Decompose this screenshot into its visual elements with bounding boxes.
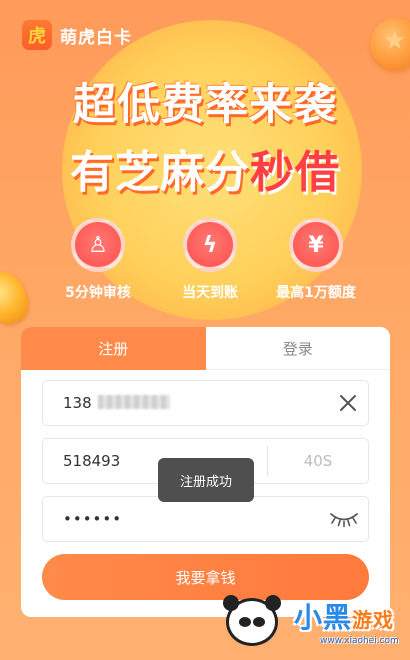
feature-same-day: ϟ 当天到账 (150, 218, 270, 302)
feature-review-time: ♙ 5分钟审核 (38, 218, 158, 302)
close-icon[interactable] (328, 383, 368, 423)
yuan-icon: ¥ (289, 218, 343, 272)
tiger-logo-icon: 虎 (22, 20, 52, 50)
watermark: 小黑游戏 www.xiaohei.com (210, 590, 410, 660)
phone-mask (97, 395, 170, 409)
feature-list: ♙ 5分钟审核 ϟ 当天到账 ¥ 最高1万额度 (0, 218, 410, 308)
panda-icon (223, 595, 281, 646)
phone-input[interactable]: 138 (43, 394, 328, 412)
success-toast: 注册成功 (158, 458, 254, 502)
feature-label: 最高1万额度 (276, 285, 356, 301)
code-countdown: 40S (303, 452, 333, 470)
banner-headline: 超低费率来袭 (73, 80, 337, 130)
banner-subheadline: 有芝麻分秒借 (0, 136, 410, 200)
watermark-url: www.xiaohei.com (320, 636, 399, 646)
eye-closed-icon[interactable] (320, 499, 368, 539)
password-input[interactable]: •••••• (43, 510, 320, 528)
auth-tabs: 注册 登录 (21, 327, 390, 370)
feature-label: 5分钟审核 (65, 285, 131, 301)
feature-max-amount: ¥ 最高1万额度 (256, 218, 376, 302)
lightning-icon: ϟ (183, 218, 237, 272)
app-name: 萌虎白卡 (60, 27, 132, 48)
password-field[interactable]: •••••• (42, 496, 369, 542)
brand: 虎 萌虎白卡 (22, 20, 132, 50)
phone-field[interactable]: 138 (42, 380, 369, 426)
tab-register[interactable]: 注册 (21, 327, 206, 370)
phone-value: 138 (63, 394, 92, 412)
feature-label: 当天到账 (182, 285, 238, 301)
coin-decoration (370, 18, 410, 70)
watermark-text: 小黑游戏 (294, 601, 395, 634)
stamp-icon: ♙ (71, 218, 125, 272)
tab-login[interactable]: 登录 (205, 327, 390, 370)
banner-subheadline-main: 有芝麻分 (70, 147, 250, 198)
banner-subheadline-accent: 秒借 (250, 147, 340, 198)
